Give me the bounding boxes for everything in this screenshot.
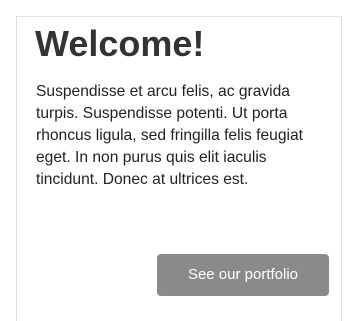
welcome-title: Welcome! <box>35 23 205 64</box>
page: Welcome! Suspendisse et arcu felis, ac g… <box>0 0 349 321</box>
see-portfolio-button[interactable]: See our portfolio <box>157 254 329 296</box>
welcome-description: Suspendisse et arcu felis, ac gravida tu… <box>36 83 303 188</box>
